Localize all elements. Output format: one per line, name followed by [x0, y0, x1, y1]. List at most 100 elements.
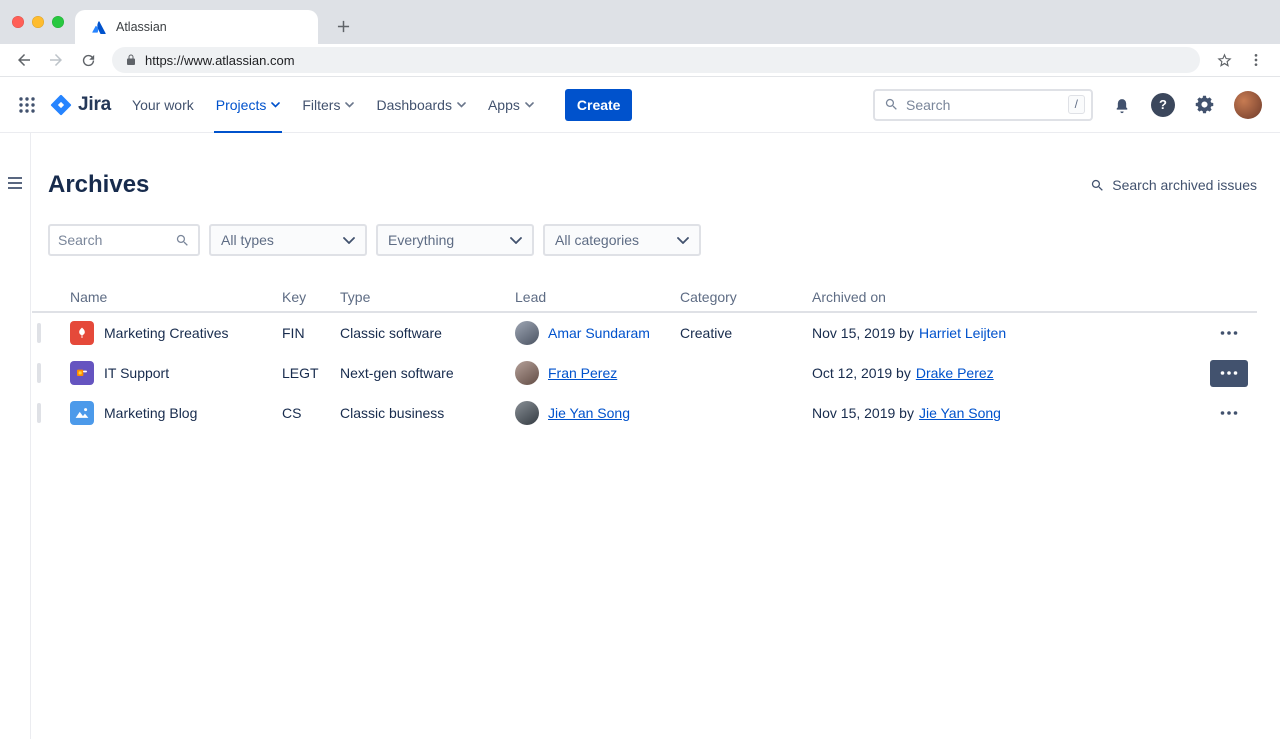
address-bar[interactable]: https://www.atlassian.com	[112, 47, 1200, 73]
archived-by-link[interactable]: Harriet Leijten	[919, 325, 1006, 341]
app-switcher-icon[interactable]	[12, 90, 42, 120]
search-icon	[1090, 178, 1105, 193]
chevron-down-icon	[343, 237, 355, 244]
select-row-checkbox[interactable]	[37, 323, 41, 343]
jira-app-header: Jira Your work Projects Filters Dashboar…	[0, 77, 1280, 133]
types-filter-dropdown[interactable]: All types	[209, 224, 367, 256]
column-header-key: Key	[282, 289, 340, 305]
select-row-checkbox[interactable]	[37, 363, 41, 383]
jira-logo-icon	[50, 94, 72, 116]
column-header-lead: Lead	[515, 289, 680, 305]
project-avatar-marketing-blog	[70, 401, 94, 425]
chevron-down-icon	[345, 102, 354, 108]
filter-bar: All types Everything All categories	[31, 199, 1280, 256]
back-button[interactable]	[10, 46, 38, 74]
atlassian-favicon	[91, 19, 107, 35]
column-header-category: Category	[680, 289, 812, 305]
minimize-window-button[interactable]	[32, 16, 44, 28]
forward-button[interactable]	[42, 46, 70, 74]
tab-title: Atlassian	[116, 20, 167, 34]
lead-link[interactable]: Amar Sundaram	[548, 325, 650, 341]
table-row: Marketing Creatives FIN Classic software…	[32, 313, 1257, 353]
lead-link[interactable]: Jie Yan Song	[548, 405, 630, 421]
archived-date: Oct 12, 2019 by	[812, 365, 911, 381]
browser-tab-strip: Atlassian	[0, 0, 1280, 44]
bookmark-star-icon[interactable]	[1210, 46, 1238, 74]
nav-filters[interactable]: Filters	[300, 77, 356, 133]
nav-apps[interactable]: Apps	[486, 77, 536, 133]
categories-filter-dropdown[interactable]: All categories	[543, 224, 701, 256]
help-icon[interactable]: ?	[1151, 93, 1175, 117]
archived-by-link[interactable]: Jie Yan Song	[919, 405, 1001, 421]
row-actions-button[interactable]	[1210, 320, 1248, 347]
primary-nav: Your work Projects Filters Dashboards Ap…	[121, 77, 545, 133]
archives-page: Archives Search archived issues All type…	[0, 133, 1280, 739]
close-window-button[interactable]	[12, 16, 24, 28]
user-avatar[interactable]	[1234, 91, 1262, 119]
chevron-down-icon	[271, 102, 280, 108]
project-name: Marketing Blog	[104, 405, 197, 421]
page-title: Archives	[48, 171, 149, 199]
lead-avatar	[515, 401, 539, 425]
zoom-window-button[interactable]	[52, 16, 64, 28]
search-archived-issues-link[interactable]: Search archived issues	[1090, 177, 1257, 193]
select-row-checkbox[interactable]	[37, 403, 41, 423]
browser-tab-atlassian[interactable]: Atlassian	[75, 10, 318, 44]
url-text: https://www.atlassian.com	[145, 53, 295, 68]
everything-filter-dropdown[interactable]: Everything	[376, 224, 534, 256]
row-actions-button[interactable]	[1210, 360, 1248, 387]
create-button[interactable]: Create	[565, 89, 633, 121]
lead-link[interactable]: Fran Perez	[548, 365, 617, 381]
filter-search[interactable]	[48, 224, 200, 256]
jira-logo-text: Jira	[78, 94, 111, 116]
project-type: Classic business	[340, 405, 515, 421]
table-row: Marketing Blog CS Classic business Jie Y…	[32, 393, 1257, 433]
notifications-bell-icon[interactable]	[1106, 89, 1138, 121]
archives-table: Name Key Type Lead Category Archived on …	[32, 283, 1257, 433]
lock-icon	[125, 54, 137, 66]
nav-your-work[interactable]: Your work	[130, 77, 196, 133]
project-type: Next-gen software	[340, 365, 515, 381]
global-search[interactable]: /	[873, 89, 1093, 121]
new-tab-button[interactable]	[330, 13, 356, 39]
chevron-down-icon	[510, 237, 522, 244]
project-avatar-marketing-creatives	[70, 321, 94, 345]
project-category: Creative	[680, 325, 812, 341]
more-horizontal-icon	[1220, 371, 1238, 375]
archived-by-link[interactable]: Drake Perez	[916, 365, 994, 381]
table-row: IT Support LEGT Next-gen software Fran P…	[32, 353, 1257, 393]
project-avatar-it-support	[70, 361, 94, 385]
project-key: FIN	[282, 325, 340, 341]
browser-menu-icon[interactable]	[1242, 46, 1270, 74]
chevron-down-icon	[525, 102, 534, 108]
more-horizontal-icon	[1220, 411, 1238, 415]
slash-shortcut-badge: /	[1068, 95, 1085, 114]
global-search-input[interactable]	[906, 97, 1061, 113]
settings-gear-icon[interactable]	[1188, 88, 1221, 121]
column-header-name: Name	[70, 289, 282, 305]
lead-avatar	[515, 321, 539, 345]
browser-toolbar: https://www.atlassian.com	[0, 44, 1280, 77]
jira-logo[interactable]: Jira	[50, 94, 111, 116]
search-icon	[884, 97, 899, 112]
archived-date: Nov 15, 2019 by	[812, 325, 914, 341]
project-name: Marketing Creatives	[104, 325, 229, 341]
row-actions-button[interactable]	[1210, 400, 1248, 427]
nav-projects[interactable]: Projects	[214, 77, 283, 133]
more-horizontal-icon	[1220, 331, 1238, 335]
project-key: CS	[282, 405, 340, 421]
search-icon	[175, 233, 190, 248]
window-controls	[12, 16, 64, 28]
reload-button[interactable]	[74, 46, 102, 74]
column-header-type: Type	[340, 289, 515, 305]
table-header-row: Name Key Type Lead Category Archived on	[32, 283, 1257, 313]
nav-dashboards[interactable]: Dashboards	[374, 77, 468, 133]
chevron-down-icon	[457, 102, 466, 108]
archived-date: Nov 15, 2019 by	[812, 405, 914, 421]
filter-search-input[interactable]	[58, 232, 175, 248]
chevron-down-icon	[677, 237, 689, 244]
project-name: IT Support	[104, 365, 169, 381]
lead-avatar	[515, 361, 539, 385]
column-header-archived-on: Archived on	[812, 289, 1201, 305]
sidebar-toggle-icon[interactable]	[8, 177, 22, 192]
